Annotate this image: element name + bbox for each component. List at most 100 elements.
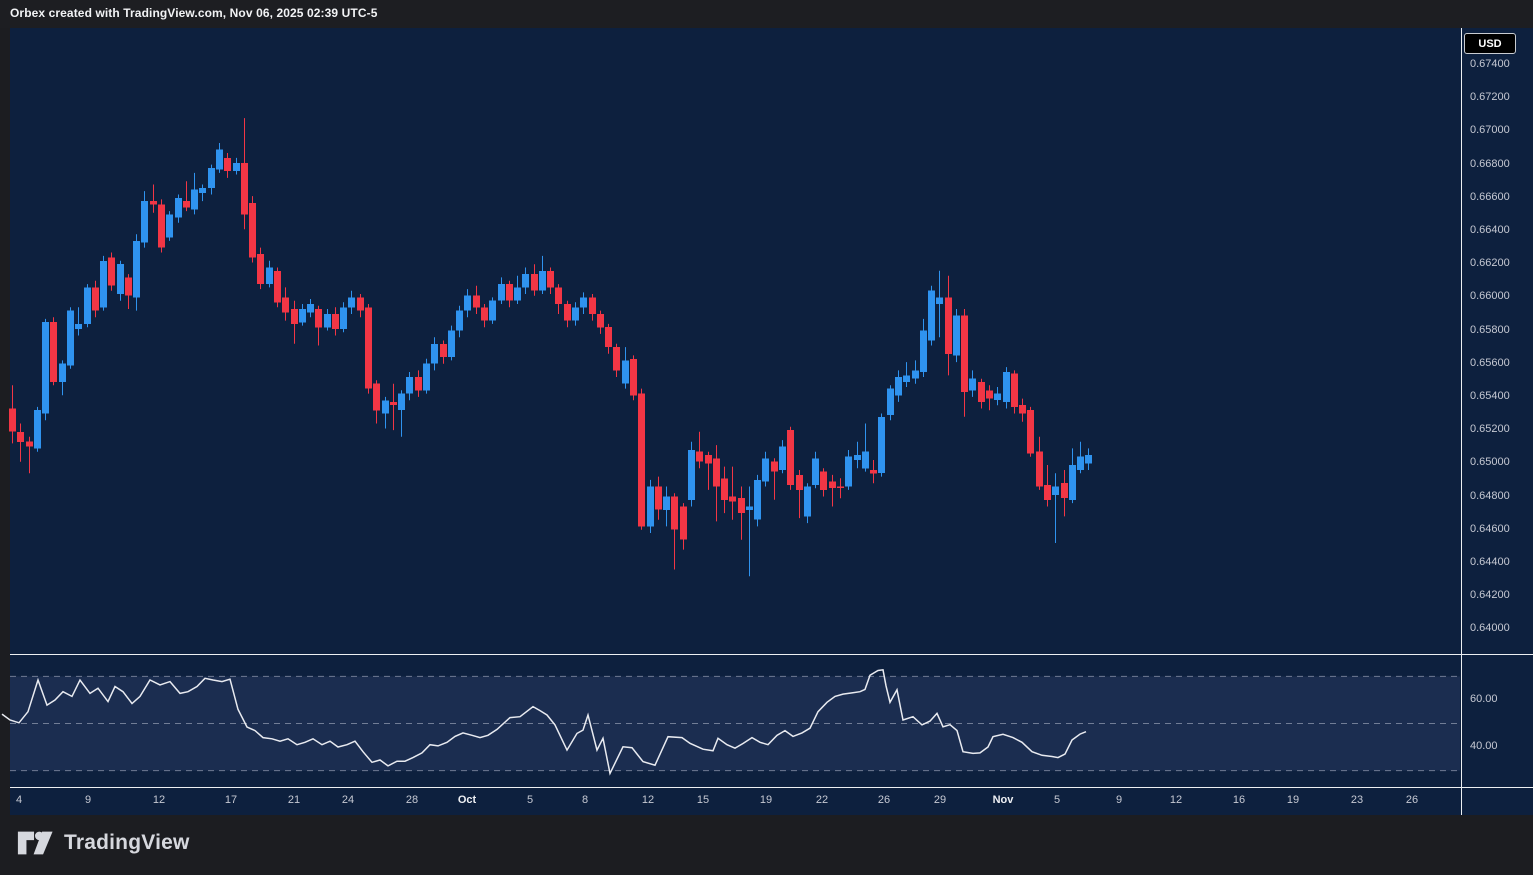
candle-body <box>17 432 24 442</box>
price-tick-0.66600: 0.66600 <box>1470 191 1510 203</box>
price-tick-0.64200: 0.64200 <box>1470 589 1510 601</box>
candle-body <box>738 498 745 513</box>
price-tick-0.65800: 0.65800 <box>1470 324 1510 336</box>
candle-body <box>663 497 670 510</box>
price-tick-0.66800: 0.66800 <box>1470 158 1510 170</box>
candle-body <box>787 430 794 485</box>
candle-body <box>870 470 877 473</box>
candle-body <box>373 384 380 411</box>
candle-body <box>1044 485 1051 500</box>
candle-body <box>125 277 132 295</box>
candle-body <box>249 203 256 258</box>
candle-body <box>754 480 761 520</box>
candle-body <box>547 271 554 288</box>
time-label-28: 28 <box>406 794 418 806</box>
candle-body <box>382 400 389 413</box>
candle-body <box>522 274 529 287</box>
time-label-12: 12 <box>1170 794 1182 806</box>
candle-body <box>92 287 99 310</box>
candle-body <box>307 304 314 312</box>
price-axis-separator[interactable] <box>1461 28 1462 815</box>
candle-body <box>26 442 33 447</box>
candle-body <box>299 309 306 322</box>
candle-body <box>117 264 124 294</box>
time-label-12: 12 <box>153 794 165 806</box>
candle-body <box>423 364 430 391</box>
candle-body <box>84 287 91 324</box>
candle-body <box>630 359 637 396</box>
candle-body <box>613 347 620 370</box>
time-label-22: 22 <box>816 794 828 806</box>
candle-body <box>75 324 82 329</box>
time-label-8: 8 <box>582 794 588 806</box>
price-tick-0.65600: 0.65600 <box>1470 357 1510 369</box>
candle-body <box>729 497 736 502</box>
time-label-21: 21 <box>288 794 300 806</box>
candle-body <box>473 296 480 308</box>
candle-body <box>945 297 952 353</box>
tradingview-logo[interactable]: TradingView <box>16 829 190 857</box>
candle-body <box>9 409 16 432</box>
candle-body <box>903 375 910 382</box>
candle-body <box>324 314 331 327</box>
candle-body <box>150 201 157 204</box>
candle-body <box>332 314 339 329</box>
candle-body <box>564 304 571 321</box>
candle-body <box>572 307 579 320</box>
price-tick-0.65200: 0.65200 <box>1470 423 1510 435</box>
price-tick-0.66200: 0.66200 <box>1470 257 1510 269</box>
time-label-26: 26 <box>1406 794 1418 806</box>
candle-body <box>315 309 322 327</box>
candle-body <box>59 364 66 382</box>
time-label-4: 4 <box>16 794 22 806</box>
candlestick-chart-svg[interactable] <box>0 0 1533 875</box>
candle-body <box>961 316 968 392</box>
candle-body <box>796 475 803 490</box>
candle-body <box>994 394 1001 401</box>
time-label-26: 26 <box>878 794 890 806</box>
candle-body <box>622 360 629 383</box>
tradingview-logo-text: TradingView <box>64 831 190 855</box>
candle-body <box>969 379 976 391</box>
candle-body <box>274 271 281 303</box>
candle-body <box>1011 374 1018 407</box>
candle-body <box>655 487 662 510</box>
candle-body <box>50 322 57 382</box>
candle-body <box>199 188 206 193</box>
candle-body <box>804 487 811 517</box>
candle-body <box>829 482 836 489</box>
candle-body <box>365 307 372 388</box>
time-label-12: 12 <box>642 794 654 806</box>
candle-body <box>448 331 455 358</box>
candle-body <box>183 201 190 208</box>
time-label-9: 9 <box>1116 794 1122 806</box>
pane-separator-main-indicator[interactable] <box>10 654 1533 655</box>
candle-body <box>688 450 695 500</box>
candle-body <box>555 287 562 304</box>
candle-body <box>1061 483 1068 498</box>
candle-body <box>721 478 728 500</box>
candle-body <box>348 297 355 307</box>
currency-badge[interactable]: USD <box>1464 33 1516 54</box>
time-label-19: 19 <box>1287 794 1299 806</box>
candle-body <box>762 458 769 481</box>
candle-body <box>34 410 41 448</box>
candle-body <box>257 254 264 284</box>
candle-body <box>820 472 827 490</box>
candle-body <box>398 394 405 411</box>
candles-group[interactable] <box>9 118 1092 576</box>
pane-separator-indicator-timeaxis[interactable] <box>10 787 1533 788</box>
time-label-5: 5 <box>1054 794 1060 806</box>
candle-body <box>539 271 546 291</box>
candle-body <box>191 190 198 210</box>
candle-body <box>141 201 148 243</box>
candle-body <box>779 447 786 470</box>
candle-body <box>100 261 107 308</box>
price-tick-0.66000: 0.66000 <box>1470 290 1510 302</box>
time-label-Oct: Oct <box>458 794 476 806</box>
candle-body <box>1077 457 1084 470</box>
candle-body <box>605 327 612 347</box>
candle-body <box>1036 452 1043 487</box>
price-tick-0.65400: 0.65400 <box>1470 390 1510 402</box>
candle-body <box>241 163 248 214</box>
